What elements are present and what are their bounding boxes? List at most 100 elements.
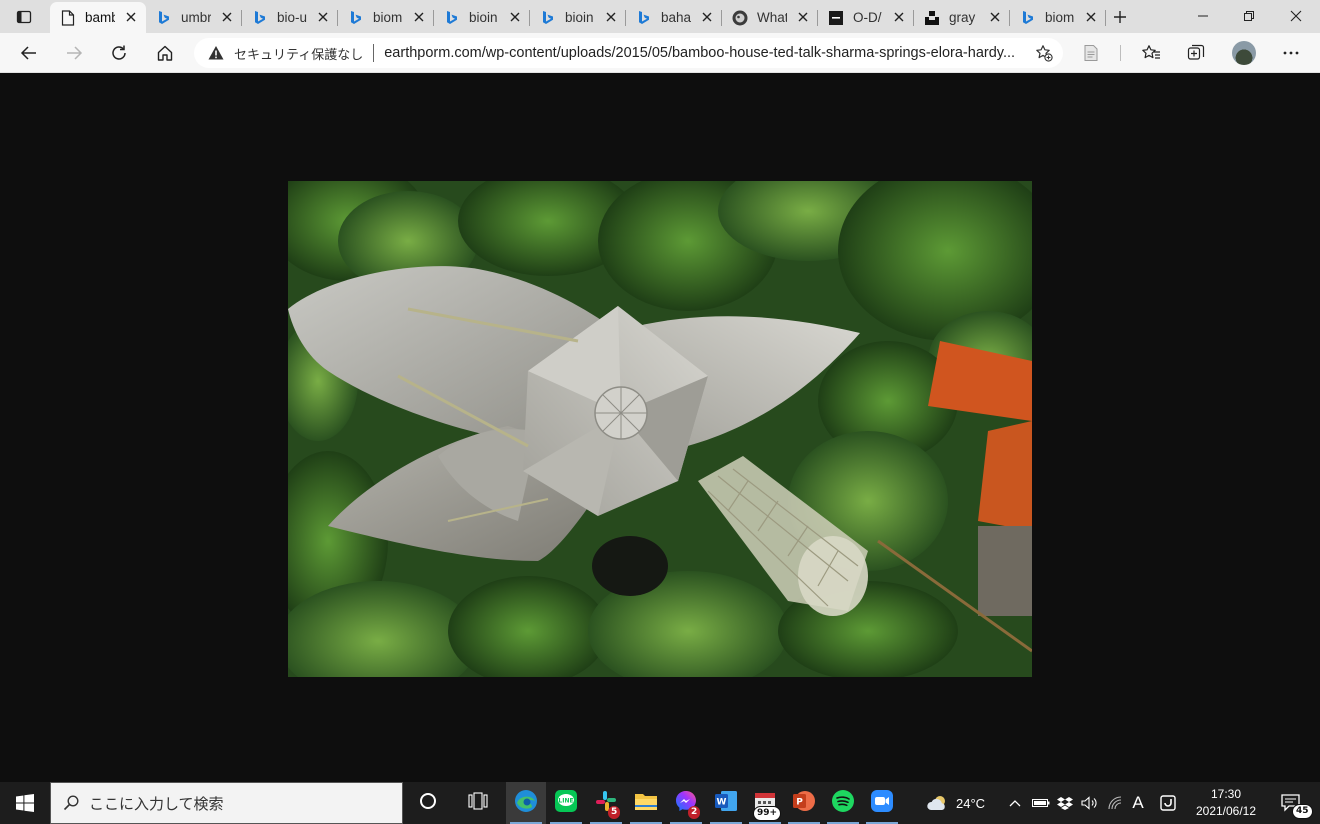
task-view-taskbar-button[interactable] (458, 782, 498, 824)
ime-mode-indicator[interactable]: A (1128, 782, 1148, 824)
collections-button[interactable] (1180, 37, 1212, 69)
bing-icon (156, 10, 172, 26)
close-window-button[interactable] (1273, 0, 1319, 31)
tab-title: bioin (469, 10, 498, 25)
action-center-button[interactable]: 45 (1270, 782, 1313, 824)
back-button[interactable] (13, 37, 45, 69)
calendar-taskbar-button[interactable]: 99+ (745, 782, 785, 824)
security-status-label[interactable]: セキュリティ保護なし (234, 44, 363, 63)
address-divider (373, 44, 375, 62)
address-bar[interactable]: セキュリティ保護なし earthporm.com/wp-content/uplo… (194, 38, 1063, 68)
plus-icon (1114, 11, 1126, 23)
messenger-taskbar-button[interactable]: 2 (666, 782, 706, 824)
close-tab-icon[interactable] (221, 11, 233, 23)
close-tab-icon[interactable] (317, 11, 329, 23)
browser-tab[interactable]: O-D/ (818, 2, 914, 33)
close-tab-icon[interactable] (989, 11, 1001, 23)
slack-taskbar-button[interactable]: 5 (586, 782, 626, 824)
browser-tab[interactable]: gray (914, 2, 1010, 33)
warning-icon[interactable] (208, 45, 224, 61)
onedrive-button[interactable] (1156, 782, 1180, 824)
browser-tab[interactable]: bio-u (242, 2, 338, 33)
close-tab-icon[interactable] (509, 11, 521, 23)
url-text[interactable]: earthporm.com/wp-content/uploads/2015/05… (384, 45, 1032, 61)
zoom-icon (870, 789, 894, 817)
powerpoint-taskbar-button[interactable]: P (784, 782, 824, 824)
tab-title: O-D/ (853, 10, 882, 25)
home-icon (157, 45, 173, 61)
browser-tab[interactable]: What (722, 2, 818, 33)
bamboo-house-aerial-photo[interactable] (288, 181, 1032, 677)
tab-actions-button[interactable] (0, 0, 48, 33)
reading-view-button[interactable] (1075, 37, 1107, 69)
notification-badge: 99+ (753, 806, 782, 821)
edge-taskbar-button[interactable] (506, 782, 546, 824)
system-clock[interactable]: 17:30 2021/06/12 (1184, 786, 1268, 820)
unsplash-icon (924, 10, 940, 26)
arrow-right-icon (67, 46, 83, 60)
profile-avatar[interactable] (1232, 41, 1256, 65)
file-explorer-taskbar-button[interactable] (626, 782, 666, 824)
tab-title: What (757, 10, 787, 25)
powerpoint-icon: P (792, 789, 816, 817)
page-viewport (0, 73, 1320, 782)
bing-icon (252, 10, 268, 26)
browser-tab[interactable]: bamboo (50, 2, 146, 33)
settings-more-button[interactable] (1275, 37, 1307, 69)
add-favorite-icon[interactable] (1035, 44, 1053, 62)
zoom-taskbar-button[interactable] (862, 782, 902, 824)
navigation-bar: セキュリティ保護なし earthporm.com/wp-content/uplo… (0, 33, 1320, 73)
restore-button[interactable] (1226, 0, 1272, 31)
tab-title: bamboo (85, 10, 115, 25)
forward-button[interactable] (58, 37, 90, 69)
search-placeholder[interactable]: ここに入力して検索 (89, 793, 224, 814)
word-taskbar-button[interactable]: W (706, 782, 746, 824)
notification-badge: 5 (608, 806, 621, 819)
line-icon: LINE (554, 789, 578, 817)
page-icon (60, 9, 76, 26)
sync-app-icon (1160, 795, 1176, 811)
spotify-taskbar-button[interactable] (823, 782, 863, 824)
github-icon (732, 10, 748, 26)
taskbar-search-box[interactable]: ここに入力して検索 (50, 782, 403, 824)
refresh-icon (112, 45, 126, 60)
weather-widget[interactable]: 24°C (926, 782, 985, 824)
dropbox-icon (1057, 797, 1073, 810)
browser-tab[interactable]: biom (338, 2, 434, 33)
show-hidden-icons-button[interactable] (1006, 782, 1024, 824)
close-tab-icon[interactable] (701, 11, 713, 23)
close-tab-icon[interactable] (605, 11, 617, 23)
new-tab-button[interactable] (1105, 5, 1135, 29)
line-taskbar-button[interactable]: LINE (546, 782, 586, 824)
browser-tab[interactable]: umbrella (146, 2, 242, 33)
cortana-taskbar-button[interactable] (408, 782, 448, 824)
refresh-button[interactable] (103, 37, 135, 69)
browser-tab[interactable]: biom (1010, 2, 1106, 33)
minimize-icon (1198, 15, 1208, 16)
network-button[interactable] (1104, 782, 1126, 824)
clock-time: 17:30 (1210, 787, 1242, 801)
bing-icon (636, 10, 652, 26)
windows-taskbar: ここに入力して検索 LINE 5 2 W 99+ P 24°C A 17:30 2021/… (0, 782, 1320, 824)
tab-title: gray (949, 10, 976, 25)
home-button[interactable] (149, 37, 181, 69)
partly-cloudy-icon (927, 796, 945, 810)
close-tab-icon[interactable] (797, 11, 809, 23)
wifi-icon (1108, 796, 1122, 810)
dropbox-button[interactable] (1054, 782, 1076, 824)
battery-button[interactable] (1030, 782, 1052, 824)
close-tab-icon[interactable] (893, 11, 905, 23)
windows-logo-icon (16, 794, 34, 812)
close-tab-icon[interactable] (413, 11, 425, 23)
browser-tab[interactable]: bioin (434, 2, 530, 33)
favorites-button[interactable] (1135, 37, 1167, 69)
close-tab-icon[interactable] (1085, 11, 1097, 23)
browser-tab[interactable]: baha (626, 2, 722, 33)
favorites-icon (1142, 45, 1160, 59)
close-tab-icon[interactable] (125, 11, 137, 23)
tab-strip: bamboo umbrella bio-u biom bioin bioin baha Wha… (0, 0, 1320, 33)
minimize-button[interactable] (1180, 0, 1226, 31)
volume-button[interactable] (1078, 782, 1100, 824)
browser-tab[interactable]: bioin (530, 2, 626, 33)
start-button[interactable] (0, 782, 50, 824)
